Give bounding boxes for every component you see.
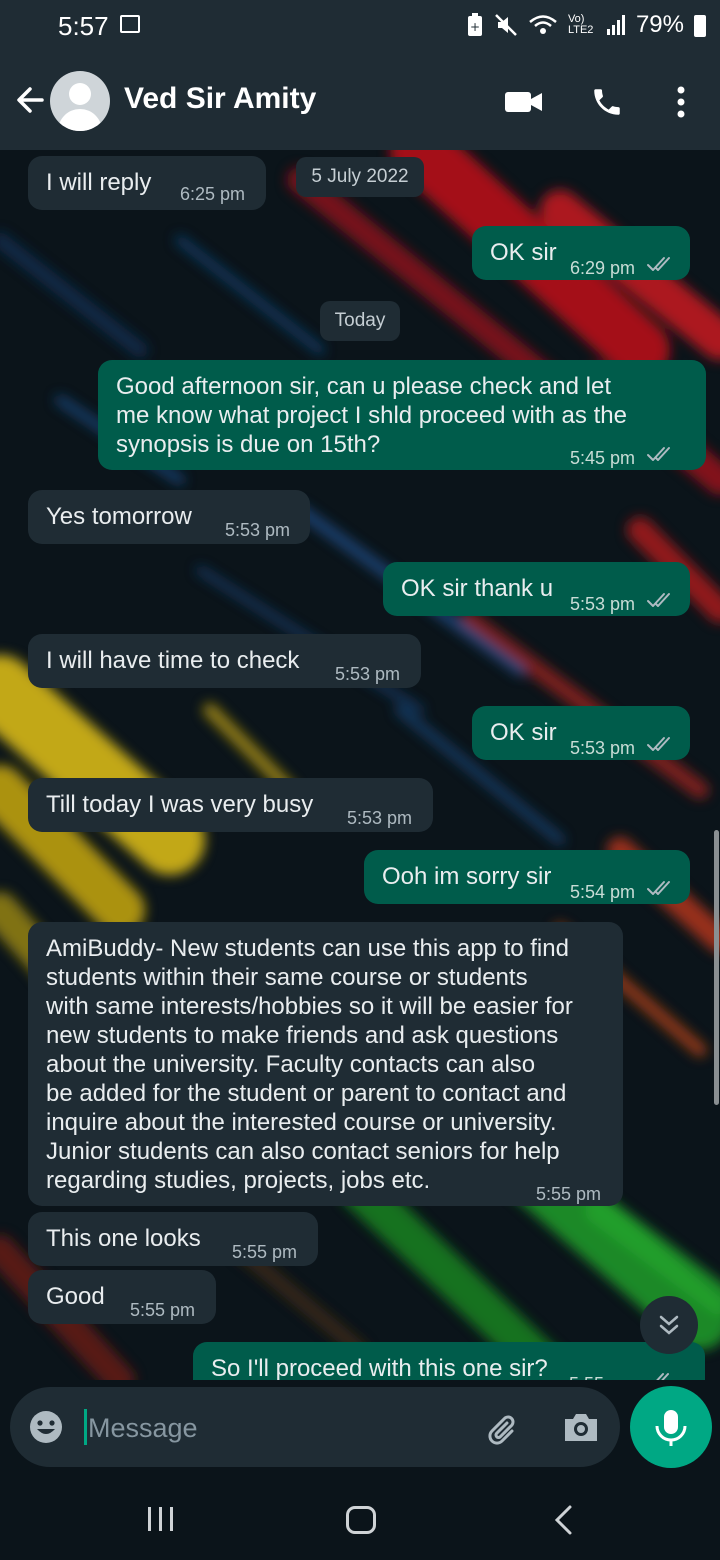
message-time: 5:53 pm: [225, 520, 291, 540]
double-check-icon: [647, 257, 670, 271]
outgoing-message[interactable]: OK sir thank u 5:53 pm: [383, 562, 690, 616]
network-label: Vo) LTE2: [567, 13, 594, 36]
arrow-left-icon[interactable]: [14, 84, 46, 116]
status-indicators: + Vo) LTE2 79%: [466, 11, 706, 39]
message-time: 5:53 pm: [335, 664, 401, 684]
battery-icon: [694, 15, 706, 37]
message-text: Yes tomorrow: [46, 503, 192, 530]
double-check-icon: [647, 737, 670, 751]
message-time: 5:54 pm: [570, 882, 636, 902]
message-time: 6:29 pm: [570, 258, 636, 278]
message-text: This one looks: [46, 1225, 201, 1252]
message-time: 5:55 pm: [232, 1242, 298, 1262]
message-text: Good: [46, 1283, 105, 1310]
recent-apps-icon[interactable]: [146, 1504, 176, 1534]
outgoing-message[interactable]: Ooh im sorry sir 5:54 pm: [364, 850, 690, 904]
video-call-icon[interactable]: [505, 90, 543, 114]
incoming-message[interactable]: AmiBuddy- New students can use this app …: [28, 922, 623, 1206]
message-time: 6:25 pm: [180, 184, 246, 204]
message-text: AmiBuddy- New students can use this app …: [46, 935, 573, 1194]
message-time: 5:53 pm: [570, 594, 636, 614]
message-text: OK sir thank u: [401, 575, 554, 602]
message-input[interactable]: [86, 1405, 470, 1451]
signal-icon: [606, 15, 625, 35]
voice-record-button[interactable]: [630, 1386, 712, 1468]
avatar[interactable]: [50, 71, 110, 131]
default-avatar-icon: [69, 83, 91, 105]
contact-name[interactable]: Ved Sir Amity: [124, 82, 316, 116]
message-time: 5:45 pm: [570, 448, 636, 468]
avatar-body: [58, 109, 102, 131]
phone-icon[interactable]: [590, 85, 624, 119]
camera-icon[interactable]: [562, 1411, 600, 1443]
message-text: OK sir: [490, 239, 557, 266]
home-icon[interactable]: [346, 1506, 376, 1534]
scroll-to-bottom-button[interactable]: [640, 1296, 698, 1354]
outgoing-message[interactable]: Good afternoon sir, can u please check a…: [98, 360, 706, 470]
mute-icon: [495, 14, 517, 36]
outgoing-message[interactable]: OK sir 6:29 pm: [472, 226, 690, 280]
message-composer: [10, 1387, 620, 1467]
incoming-message[interactable]: This one looks 5:55 pm: [28, 1212, 318, 1266]
chat-header: Ved Sir Amity: [0, 52, 720, 150]
emoji-icon[interactable]: [28, 1409, 64, 1445]
incoming-message[interactable]: Yes tomorrow 5:53 pm: [28, 490, 310, 544]
paperclip-icon[interactable]: [484, 1409, 524, 1449]
message-text: OK sir: [490, 719, 557, 746]
incoming-message[interactable]: Till today I was very busy 5:53 pm: [28, 778, 433, 832]
message-time: 5:53 pm: [347, 808, 413, 828]
outgoing-message[interactable]: So I'll proceed with this one sir? 5:55 p…: [193, 1342, 705, 1380]
message-time: 5:55 pm: [130, 1300, 196, 1320]
incoming-message[interactable]: I will reply 6:25 pm: [28, 156, 266, 210]
double-check-icon: [647, 881, 670, 895]
more-vertical-icon[interactable]: [674, 85, 688, 119]
microphone-icon: [655, 1410, 687, 1446]
message-text: I will have time to check: [46, 647, 300, 674]
battery-saver-icon: +: [467, 13, 482, 36]
message-time: 5:55 pm: [569, 1370, 634, 1380]
chevron-double-down-icon: [659, 1315, 679, 1335]
scrollbar[interactable]: [714, 830, 719, 1105]
message-text: Good afternoon sir, can u please check a…: [116, 373, 627, 458]
double-check-icon: [647, 1373, 669, 1380]
date-chip: 5 July 2022: [296, 157, 424, 197]
message-time: 5:55 pm: [536, 1184, 602, 1204]
outgoing-message[interactable]: OK sir 5:53 pm: [472, 706, 690, 760]
battery-percent: 79%: [635, 11, 684, 38]
message-text: So I'll proceed with this one sir?: [211, 1355, 548, 1380]
svg-text:+: +: [470, 20, 480, 34]
system-nav-bar: [0, 1476, 720, 1560]
incoming-message[interactable]: I will have time to check 5:53 pm: [28, 634, 421, 688]
status-time: 5:57: [58, 11, 109, 41]
chat-area[interactable]: 5 July 2022 Today I will reply 6:25 pm OK …: [0, 150, 720, 1380]
double-check-icon: [647, 593, 670, 607]
date-chip: Today: [320, 301, 400, 341]
message-text: Ooh im sorry sir: [382, 863, 552, 890]
double-check-icon: [647, 447, 670, 461]
gallery-notification-icon: [120, 15, 140, 33]
incoming-message[interactable]: Good 5:55 pm: [28, 1270, 216, 1324]
nav-back-icon[interactable]: [552, 1504, 574, 1536]
message-text: I will reply: [46, 169, 152, 196]
status-bar: 5:57 + Vo) LTE2 79%: [0, 0, 720, 52]
message-text: Till today I was very busy: [46, 791, 314, 818]
wifi-icon: [529, 15, 557, 34]
message-time: 5:53 pm: [570, 738, 636, 758]
